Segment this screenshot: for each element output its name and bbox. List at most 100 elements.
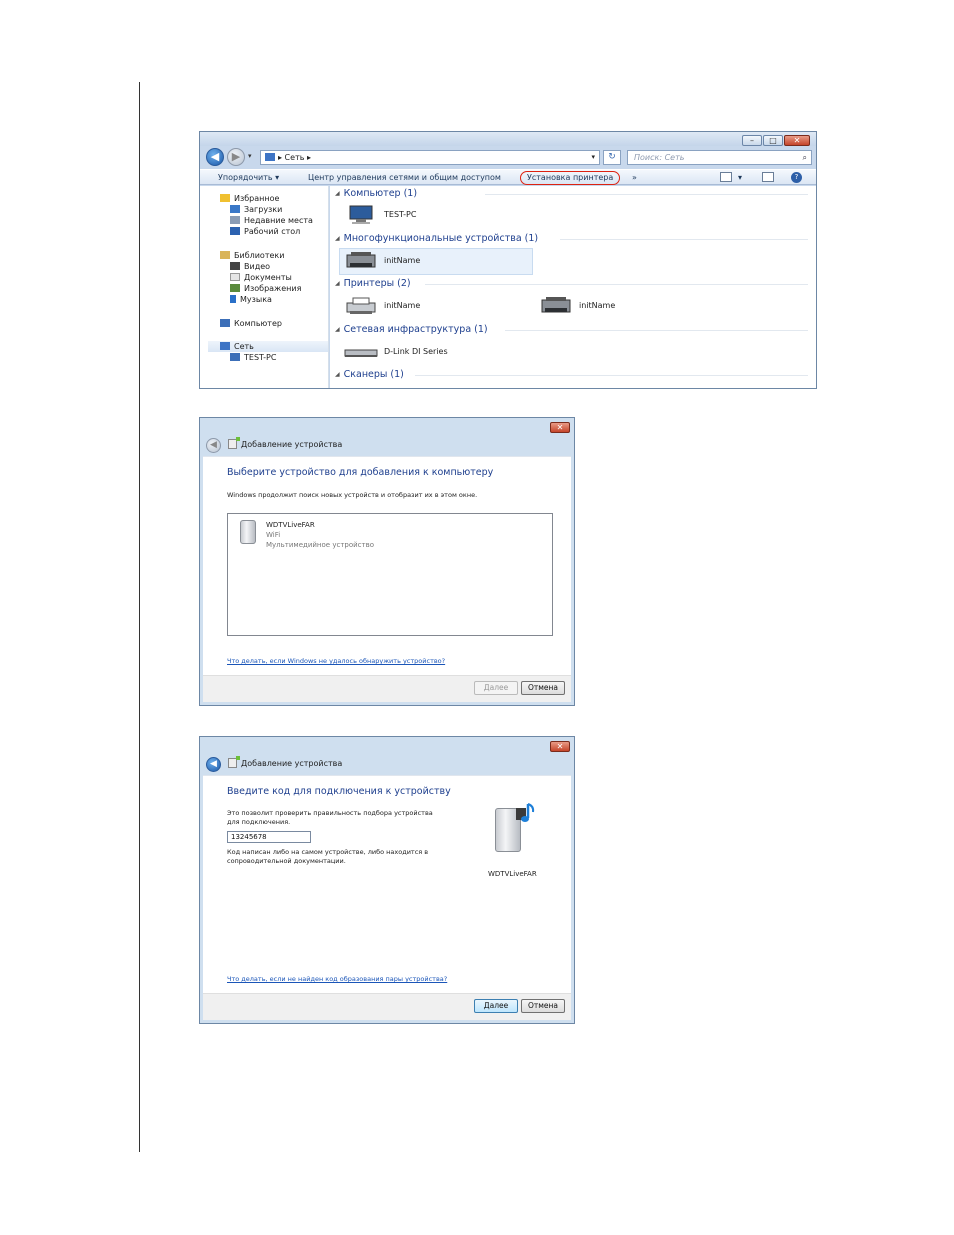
sidebar-item-label: Недавние места xyxy=(244,216,313,225)
help-link[interactable]: Что делать, если не найден код образован… xyxy=(227,975,447,983)
search-icon[interactable]: ⌕ xyxy=(803,151,807,164)
device-name: WDTVLiveFAR xyxy=(266,521,315,529)
device-item[interactable]: initName xyxy=(535,294,655,320)
dialog-title: Добавление устройства xyxy=(228,756,342,770)
chevron-down-icon[interactable]: ▾ xyxy=(738,170,742,185)
collapse-arrow-icon: ◢ xyxy=(335,326,340,333)
device-label: initName xyxy=(384,256,421,265)
help-link[interactable]: Что делать, если Windows не удалось обна… xyxy=(227,657,445,665)
group-divider xyxy=(505,330,808,331)
next-button[interactable]: Далее xyxy=(474,681,518,695)
chevron-down-icon[interactable]: ▾ xyxy=(591,151,595,164)
sidebar-item-downloads[interactable]: Загрузки xyxy=(230,204,328,215)
dialog-footer: Далее Отмена xyxy=(203,993,571,1020)
device-name: WDTVLiveFAR xyxy=(488,870,537,878)
sidebar-item-video[interactable]: Видео xyxy=(230,261,328,272)
close-button[interactable]: ✕ xyxy=(550,741,570,752)
network-icon xyxy=(265,153,275,161)
list-item[interactable]: WDTVLiveFAR WiFi Мультимедийное устройст… xyxy=(266,520,374,550)
collapse-arrow-icon: ◢ xyxy=(335,371,340,378)
group-header-printers[interactable]: ◢ Принтеры (2) xyxy=(335,278,808,290)
help-icon[interactable]: ? xyxy=(791,172,802,183)
more-commands-button[interactable]: » xyxy=(632,170,637,185)
preview-pane-icon[interactable] xyxy=(762,172,774,182)
collapse-arrow-icon: ◢ xyxy=(335,280,340,287)
group-header-multifunction[interactable]: ◢ Многофункциональные устройства (1) xyxy=(335,233,808,245)
refresh-icon[interactable]: ↻ xyxy=(603,150,621,165)
sidebar-item-label: Компьютер xyxy=(234,319,282,328)
device-item[interactable]: initName xyxy=(340,294,460,320)
add-device-icon xyxy=(228,756,240,768)
music-icon xyxy=(230,295,236,303)
back-arrow-icon[interactable]: ◀ xyxy=(206,757,221,772)
device-item[interactable]: TEST-PC xyxy=(340,203,460,229)
router-icon xyxy=(344,349,378,357)
back-arrow-icon[interactable]: ◀ xyxy=(206,438,221,453)
sidebar-item-label: Видео xyxy=(244,262,271,271)
group-header-infrastructure[interactable]: ◢ Сетевая инфраструктура (1) xyxy=(335,324,808,336)
dialog-body: Введите код для подключения к устройству… xyxy=(203,775,571,993)
add-device-icon xyxy=(228,437,240,449)
address-bar[interactable]: ▸ Сеть ▸ ▾ xyxy=(260,150,600,165)
sidebar-item-pictures[interactable]: Изображения xyxy=(230,283,328,294)
add-printer-button[interactable]: Установка принтера xyxy=(520,171,621,185)
device-label: initName xyxy=(579,301,616,310)
sidebar-item-computer[interactable]: Компьютер xyxy=(220,318,328,329)
star-icon xyxy=(220,194,230,202)
group-label: Многофункциональные устройства (1) xyxy=(343,233,539,244)
sidebar-item-network[interactable]: Сеть xyxy=(208,341,328,352)
sidebar-item-label: Загрузки xyxy=(244,205,283,214)
sidebar-item-label: Рабочий стол xyxy=(244,227,301,236)
printer-icon xyxy=(346,297,376,314)
search-placeholder: Поиск: Сеть xyxy=(634,153,685,162)
pairing-code-input[interactable]: 13245678 xyxy=(227,831,311,843)
sidebar-item-label: Изображения xyxy=(244,284,302,293)
sidebar-item-label: Музыка xyxy=(240,295,272,304)
group-label: Сканеры (1) xyxy=(343,369,404,380)
group-divider xyxy=(485,194,808,195)
group-divider xyxy=(415,375,808,376)
device-label: D-Link DI Series xyxy=(384,347,448,356)
sidebar-item-recent[interactable]: Недавние места xyxy=(230,215,328,226)
sidebar-item-label: Библиотеки xyxy=(234,251,285,260)
sidebar-item-documents[interactable]: Документы xyxy=(230,272,328,283)
dialog-description: Windows продолжит поиск новых устройств … xyxy=(227,491,478,499)
organize-button[interactable]: Упорядочить ▾ xyxy=(218,170,279,185)
close-button[interactable]: ✕ xyxy=(550,422,570,433)
device-item[interactable]: initName xyxy=(339,248,533,275)
title-bar xyxy=(200,132,816,146)
sidebar-item-libraries[interactable]: Библиотеки xyxy=(220,250,328,261)
code-hint: Код написан либо на самом устройстве, ли… xyxy=(227,848,429,865)
device-listbox[interactable]: WDTVLiveFAR WiFi Мультимедийное устройст… xyxy=(227,513,553,636)
maximize-button[interactable]: □ xyxy=(763,135,783,146)
media-device-icon xyxy=(240,520,256,544)
device-item[interactable]: D-Link DI Series xyxy=(340,340,480,364)
view-options-icon[interactable] xyxy=(720,172,732,182)
dialog-heading: Введите код для подключения к устройству xyxy=(227,786,451,797)
sidebar-item-favorites[interactable]: Избранное xyxy=(220,193,328,204)
navigation-pane: Избранное Загрузки Недавние места Рабочи… xyxy=(200,186,329,388)
printer-icon xyxy=(346,252,376,268)
back-arrow-icon[interactable]: ◀ xyxy=(206,148,224,166)
search-input[interactable]: Поиск: Сеть ⌕ xyxy=(627,150,812,165)
group-header-computers[interactable]: ◢ Компьютер (1) xyxy=(335,188,808,200)
network-icon xyxy=(220,342,230,350)
group-header-scanners[interactable]: ◢ Сканеры (1) xyxy=(335,369,808,381)
cancel-button[interactable]: Отмена xyxy=(521,681,565,695)
window-controls: – □ ✕ xyxy=(742,135,810,146)
sidebar-item-desktop[interactable]: Рабочий стол xyxy=(230,226,328,237)
forward-arrow-icon[interactable]: ▶ xyxy=(227,148,245,166)
command-bar: Упорядочить ▾ Центр управления сетями и … xyxy=(200,169,816,185)
device-label: initName xyxy=(384,301,421,310)
close-button[interactable]: ✕ xyxy=(784,135,810,146)
collapse-arrow-icon: ◢ xyxy=(335,235,340,242)
cancel-button[interactable]: Отмена xyxy=(521,999,565,1013)
sidebar-item-music[interactable]: Музыка xyxy=(230,294,328,305)
dialog-description: Это позволит проверить правильность подб… xyxy=(227,809,433,826)
sidebar-item-test-pc[interactable]: TEST-PC xyxy=(230,352,328,363)
next-button[interactable]: Далее xyxy=(474,999,518,1013)
network-center-button[interactable]: Центр управления сетями и общим доступом xyxy=(308,170,501,185)
address-path: ▸ Сеть ▸ xyxy=(278,153,311,162)
minimize-button[interactable]: – xyxy=(742,135,762,146)
history-dropdown-icon[interactable]: ▾ xyxy=(248,152,252,160)
